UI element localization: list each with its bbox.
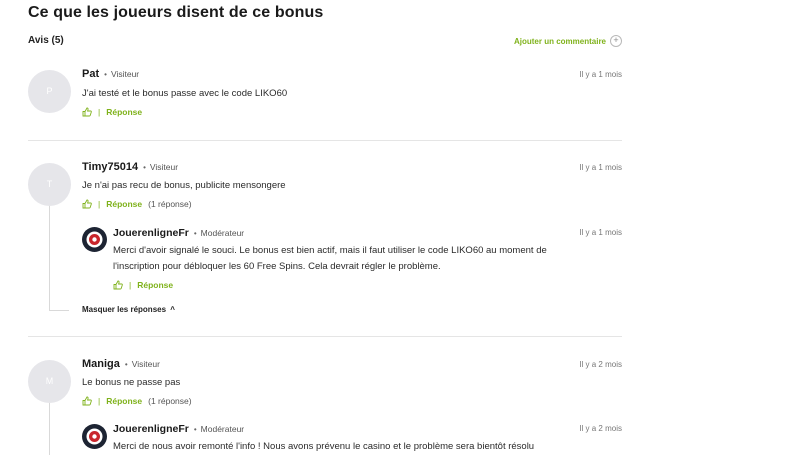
comment-actions: | Réponse (1 réponse) — [82, 396, 192, 406]
author-name: Timy75014 — [82, 161, 139, 173]
author-name: JouerenligneFr — [113, 227, 189, 239]
reply-count: (1 réponse) — [148, 199, 192, 209]
thumbs-up-icon[interactable] — [82, 396, 92, 406]
reviews-count: Avis (5) — [28, 35, 64, 46]
avatar: M — [28, 360, 71, 403]
comment-item: T Timy75014 • Visiteur Il y a 1 mois Je n'… — [28, 161, 622, 321]
author-role: Visiteur — [149, 162, 179, 172]
reply-text-line1: Merci de nous avoir remonté l'info ! Nou… — [113, 441, 535, 452]
reply-time: Il y a 1 mois — [579, 228, 622, 237]
reply-button[interactable]: Réponse — [106, 199, 142, 209]
add-comment-label: Ajouter un commentaire — [513, 36, 606, 46]
avatar: T — [28, 163, 71, 206]
author-role: Visiteur — [110, 69, 140, 79]
comment-text: Je n'ai pas recu de bonus, publicite men… — [82, 180, 286, 191]
reply-button[interactable]: Réponse — [137, 280, 173, 290]
moderator-logo-icon — [82, 227, 107, 252]
comment-author: Maniga • Visiteur — [82, 358, 160, 370]
divider — [28, 336, 622, 337]
action-separator: | — [98, 107, 101, 117]
reply-actions: | Réponse — [113, 280, 173, 290]
separator-dot: • — [143, 163, 146, 172]
comment-actions: | Réponse (1 réponse) — [82, 199, 192, 209]
avatar: P — [28, 70, 71, 113]
separator-dot: • — [193, 229, 197, 238]
comment-time: Il y a 1 mois — [579, 70, 622, 79]
thread-elbow — [49, 310, 69, 311]
reply-text-line1: Merci d'avoir signalé le souci. Le bonus… — [113, 245, 547, 256]
thread-line — [49, 206, 50, 310]
comment-time: Il y a 1 mois — [579, 163, 622, 172]
thumbs-up-icon[interactable] — [113, 280, 123, 290]
add-comment-button[interactable]: Ajouter un commentaire + — [514, 35, 622, 47]
reply-author: JouerenligneFr • Modérateur — [113, 423, 244, 435]
thread-line — [49, 403, 50, 455]
separator-dot: • — [193, 425, 197, 434]
author-name: Pat — [82, 68, 100, 80]
hide-replies-button[interactable]: Masquer les réponses ^ — [82, 305, 175, 314]
plus-circle-icon: + — [610, 35, 622, 47]
comment-text: Le bonus ne passe pas — [82, 377, 181, 388]
author-role: Modérateur — [200, 424, 245, 434]
action-separator: | — [98, 199, 101, 209]
thumbs-up-icon[interactable] — [82, 107, 92, 117]
separator-dot: • — [104, 70, 107, 79]
chevron-up-icon: ^ — [170, 305, 175, 314]
comment-actions: | Réponse — [82, 107, 142, 117]
reply-text-line2: l'inscription pour débloquer les 60 Free… — [113, 261, 441, 272]
author-name: JouerenligneFr — [113, 423, 189, 435]
comment-author: Pat • Visiteur — [82, 68, 139, 80]
author-role: Visiteur — [131, 359, 160, 369]
separator-dot: • — [124, 360, 128, 369]
divider — [28, 140, 622, 141]
action-separator: | — [129, 280, 132, 290]
author-role: Modérateur — [200, 228, 245, 238]
comment-item: P Pat • Visiteur Il y a 1 mois J'ai testé … — [28, 68, 622, 128]
reply-button[interactable]: Réponse — [106, 396, 142, 406]
reply-author: JouerenligneFr • Modérateur — [113, 227, 244, 239]
comment-text: J'ai testé et le bonus passe avec le cod… — [82, 88, 288, 99]
author-name: Maniga — [82, 358, 120, 370]
reply-button[interactable]: Réponse — [106, 107, 142, 117]
moderator-logo-icon — [82, 424, 107, 449]
reply-time: Il y a 2 mois — [579, 424, 622, 433]
page-title: Ce que les joueurs disent de ce bonus — [28, 4, 324, 21]
action-separator: | — [98, 396, 101, 406]
thumbs-up-icon[interactable] — [82, 199, 92, 209]
comment-time: Il y a 2 mois — [579, 360, 622, 369]
comment-author: Timy75014 • Visiteur — [82, 161, 178, 173]
hide-replies-label: Masquer les réponses — [82, 305, 167, 314]
reply-count: (1 réponse) — [148, 396, 192, 406]
